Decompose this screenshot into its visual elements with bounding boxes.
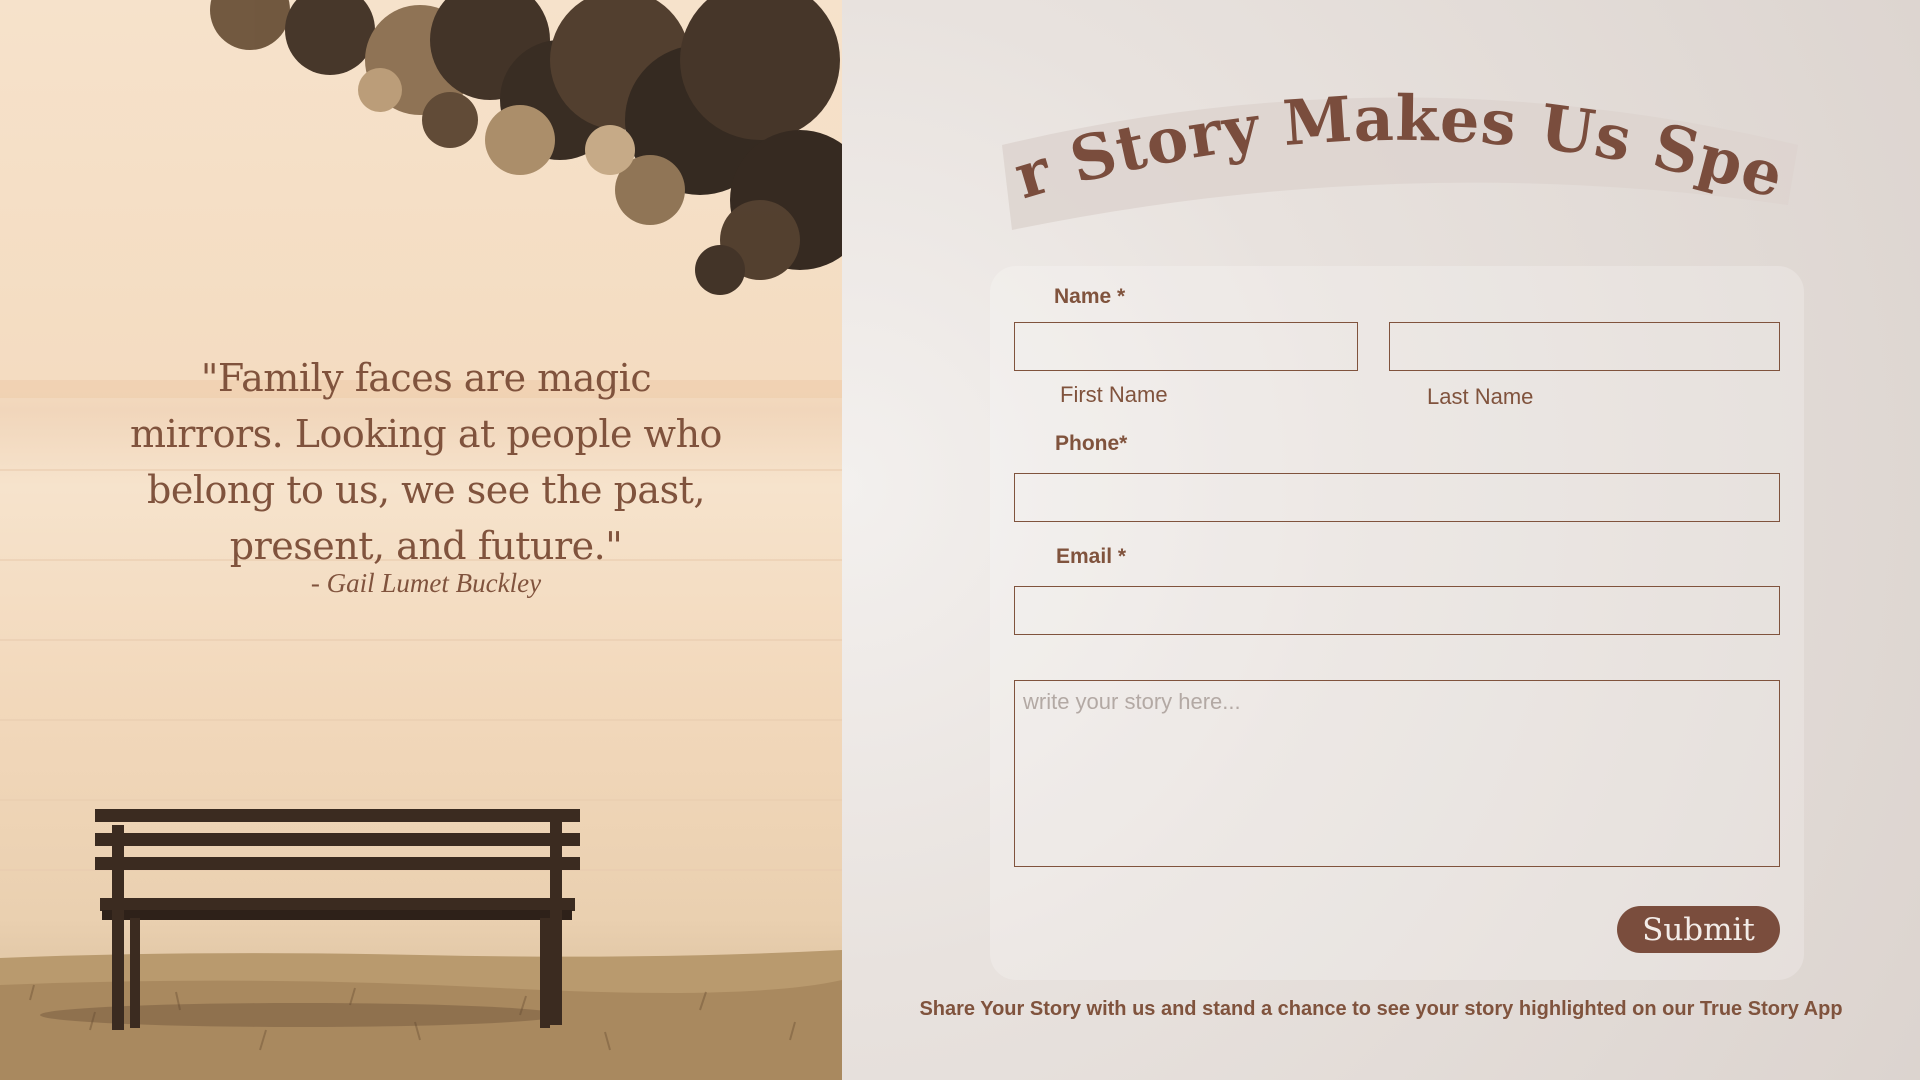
svg-text:Your Story Makes Us Special: Your Story Makes Us Special bbox=[980, 70, 1793, 213]
submit-button[interactable]: Submit bbox=[1617, 906, 1780, 953]
story-textarea[interactable] bbox=[1014, 680, 1780, 867]
form-panel: Your Story Makes Us Special Name * First… bbox=[842, 0, 1920, 1080]
email-input[interactable] bbox=[1014, 586, 1780, 635]
last-name-label: Last Name bbox=[1427, 384, 1534, 409]
form-title: Your Story Makes Us Special bbox=[957, 12, 1792, 213]
quote-text: "Family faces are magic mirrors. Looking… bbox=[130, 356, 722, 568]
last-name-input[interactable] bbox=[1389, 322, 1780, 371]
tree-leaves bbox=[210, 0, 842, 295]
curved-title: Your Story Makes Us Special bbox=[957, 12, 1798, 230]
phone-input[interactable] bbox=[1014, 473, 1780, 522]
first-name-input[interactable] bbox=[1014, 322, 1358, 371]
phone-label: Phone* bbox=[1055, 432, 1128, 455]
first-name-label: First Name bbox=[1060, 382, 1168, 407]
quote-author: - Gail Lumet Buckley bbox=[310, 568, 542, 598]
footnote-text: Share Your Story with us and stand a cha… bbox=[919, 998, 1843, 1020]
photo-panel: "Family faces are magic mirrors. Looking… bbox=[0, 0, 842, 1080]
title-banner: Your Story Makes Us Special bbox=[957, 12, 1820, 250]
email-label: Email * bbox=[1056, 545, 1127, 568]
name-label: Name * bbox=[1054, 285, 1126, 308]
